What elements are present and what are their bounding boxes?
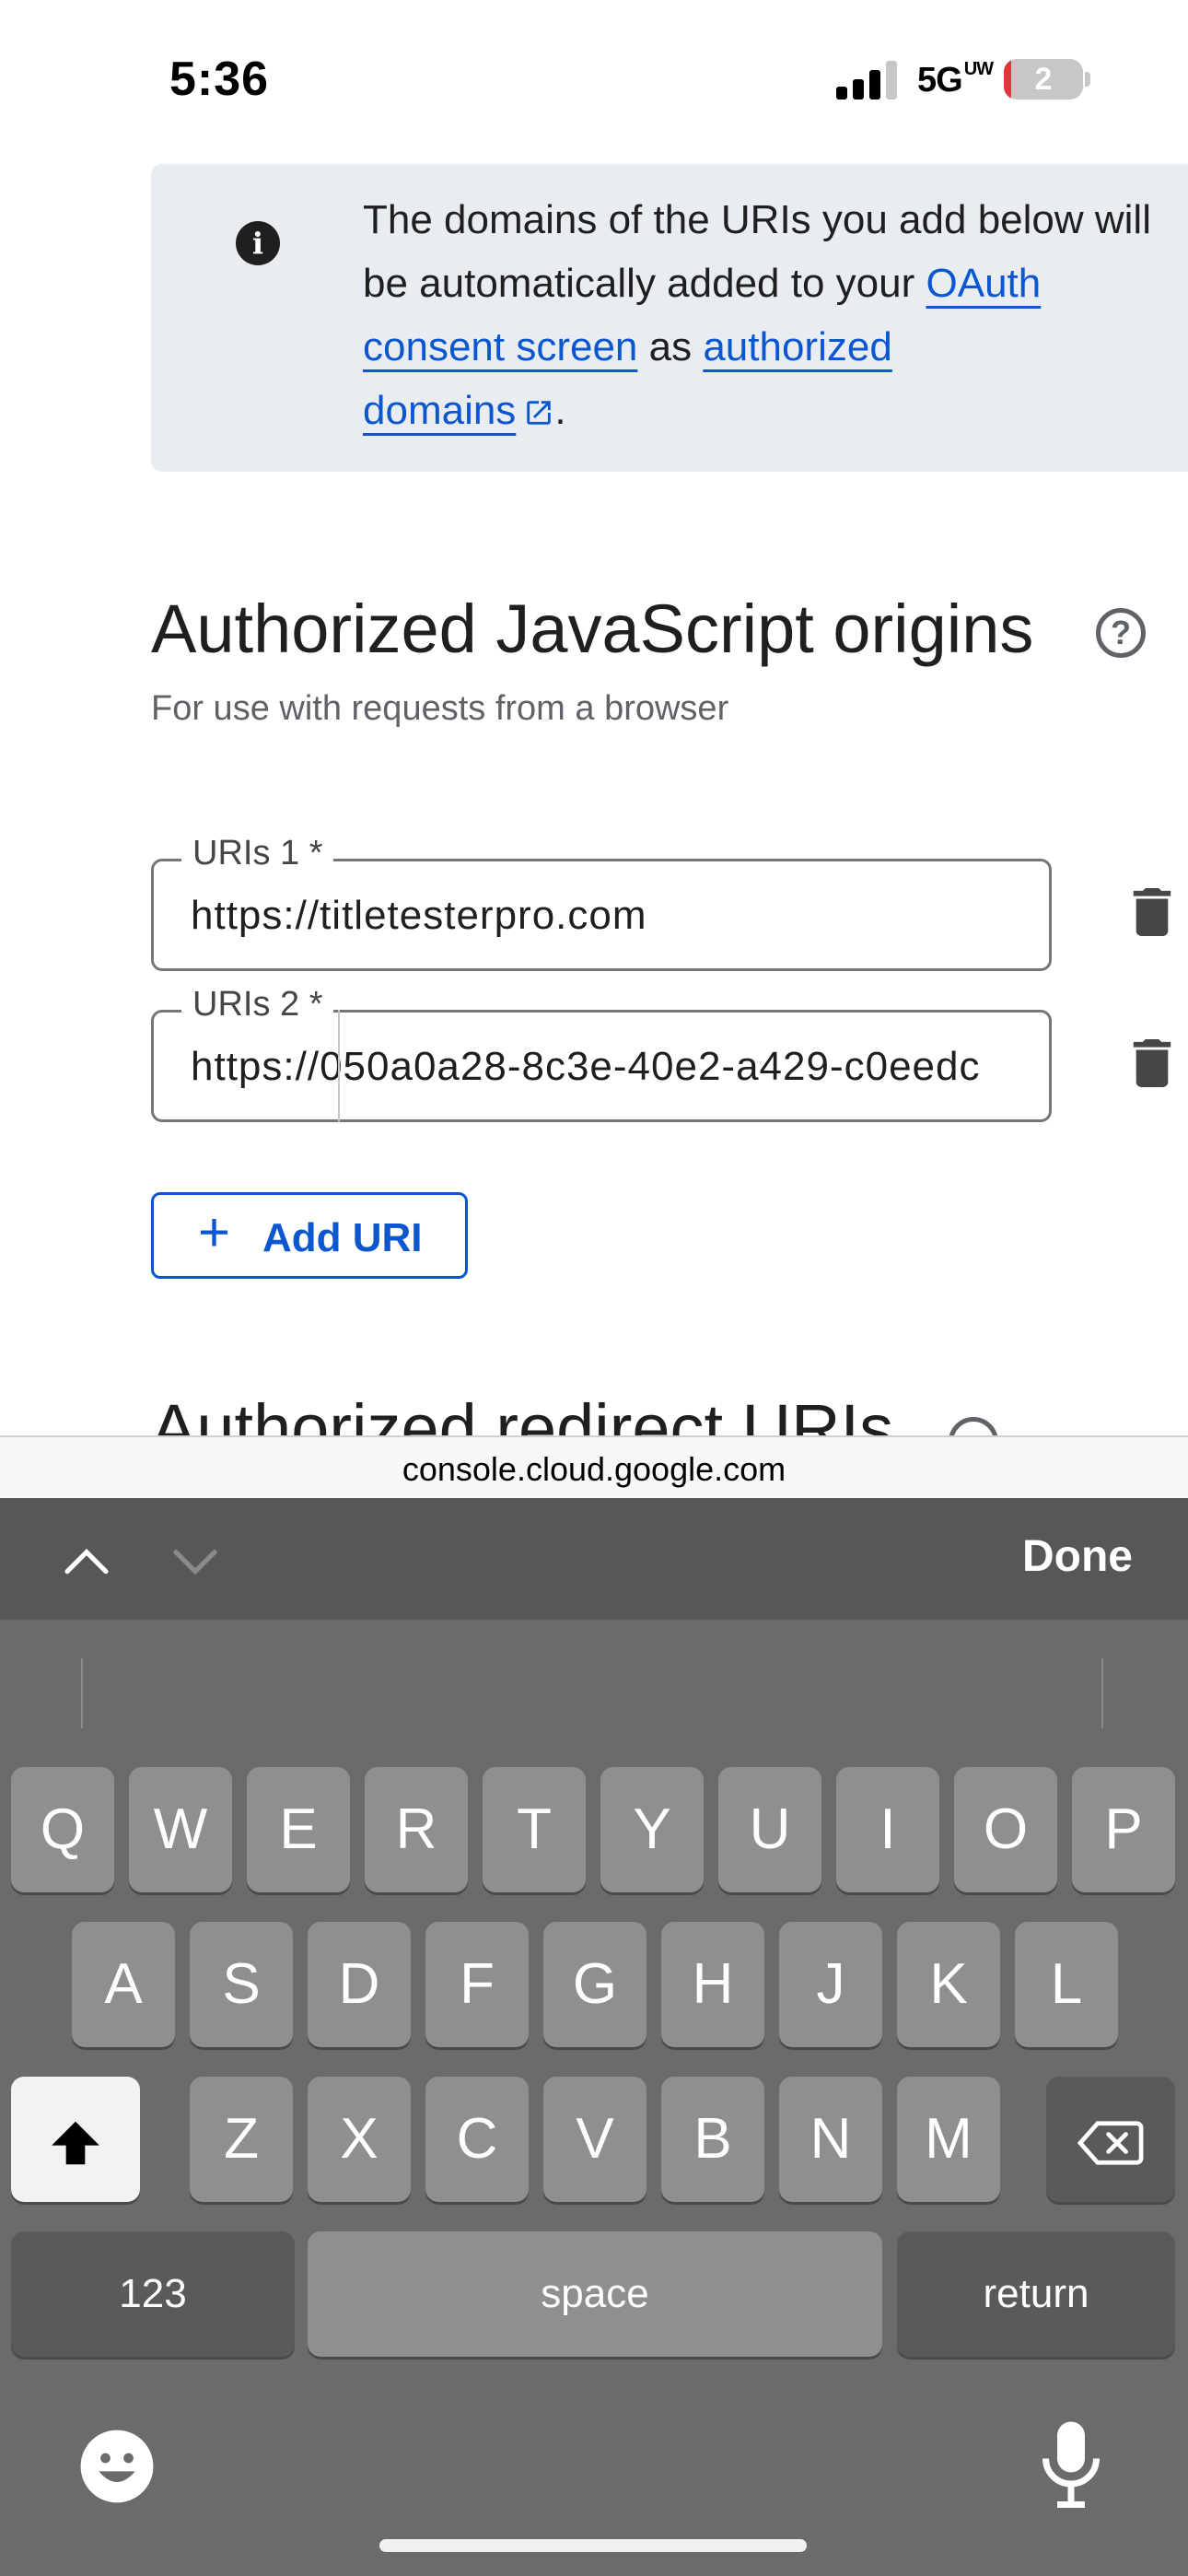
delete-key[interactable] (1046, 2077, 1175, 2202)
key-a[interactable]: A (72, 1922, 175, 2047)
uri-2-input[interactable]: https://050a0a28-8c3e-40e2-a429-c0eedc (191, 1044, 1019, 1090)
chevron-up-icon[interactable] (61, 1535, 112, 1587)
space-key[interactable]: space (308, 2231, 882, 2357)
uri-1-field[interactable]: URIs 1 * https://titletesterpro.com (151, 834, 1052, 971)
network-type: 5G UW (917, 59, 994, 100)
key-m[interactable]: M (897, 2077, 1000, 2202)
battery-level: 2 (1034, 62, 1053, 97)
key-h[interactable]: H (661, 1922, 764, 2047)
delete-uri-1-trash-icon[interactable] (1133, 888, 1171, 936)
url-domain: console.cloud.google.com (402, 1450, 786, 1488)
cellular-signal-icon (836, 61, 897, 100)
key-f[interactable]: F (425, 1922, 529, 2047)
status-bar: 5:36 5G UW 2 (0, 0, 1188, 157)
section-subtitle: For use with requests from a browser (151, 689, 729, 728)
key-v[interactable]: V (543, 2077, 646, 2202)
home-indicator[interactable] (379, 2539, 807, 2552)
key-i[interactable]: I (836, 1767, 939, 1892)
uri-2-label: URIs 2 * (181, 985, 334, 1025)
emoji-icon[interactable] (77, 2427, 157, 2506)
suggestion-divider (1101, 1658, 1103, 1728)
status-time: 5:36 (169, 53, 270, 106)
key-n[interactable]: N (779, 2077, 882, 2202)
url-bar[interactable]: console.cloud.google.com (0, 1435, 1188, 1498)
key-w[interactable]: W (129, 1767, 232, 1892)
network-sub: UW (963, 59, 994, 79)
keyboard-toolbar: Done (0, 1498, 1188, 1620)
plus-icon: + (198, 1201, 231, 1263)
key-x[interactable]: X (308, 2077, 411, 2202)
return-key[interactable]: return (897, 2231, 1175, 2357)
key-l[interactable]: L (1015, 1922, 1118, 2047)
delete-uri-2-trash-icon[interactable] (1133, 1039, 1171, 1087)
key-t[interactable]: T (483, 1767, 586, 1892)
text-cursor (338, 1010, 340, 1122)
key-r[interactable]: R (365, 1767, 468, 1892)
numbers-key[interactable]: 123 (11, 2231, 295, 2357)
key-y[interactable]: Y (600, 1767, 704, 1892)
key-e[interactable]: E (247, 1767, 350, 1892)
key-z[interactable]: Z (190, 2077, 293, 2202)
backspace-icon (1077, 2120, 1144, 2165)
shift-icon (52, 2121, 99, 2164)
info-text: The domains of the URIs you add below wi… (363, 197, 1151, 433)
key-q[interactable]: Q (11, 1767, 114, 1892)
key-d[interactable]: D (308, 1922, 411, 2047)
key-g[interactable]: G (543, 1922, 646, 2047)
chevron-down-icon[interactable] (169, 1535, 221, 1587)
add-uri-button[interactable]: + Add URI (151, 1192, 468, 1279)
section-title: Authorized JavaScript origins (151, 591, 1034, 667)
external-link-icon (527, 401, 552, 426)
key-j[interactable]: J (779, 1922, 882, 2047)
suggestion-divider (81, 1658, 83, 1728)
microphone-icon[interactable] (1039, 2419, 1103, 2512)
info-banner: i The domains of the URIs you add below … (151, 164, 1188, 472)
uri-1-label: URIs 1 * (181, 834, 334, 873)
key-c[interactable]: C (425, 2077, 529, 2202)
help-icon[interactable]: ? (1096, 608, 1146, 658)
key-p[interactable]: P (1072, 1767, 1175, 1892)
uri-1-input[interactable]: https://titletesterpro.com (191, 893, 1019, 939)
keyboard: Q W E R T Y U I O P A S D F G H J K L Z … (0, 1620, 1188, 2576)
shift-key[interactable] (11, 2077, 140, 2202)
info-icon: i (236, 221, 280, 265)
uri-2-field[interactable]: URIs 2 * https://050a0a28-8c3e-40e2-a429… (151, 985, 1052, 1122)
key-o[interactable]: O (954, 1767, 1057, 1892)
key-b[interactable]: B (661, 2077, 764, 2202)
done-button[interactable]: Done (1022, 1531, 1133, 1582)
add-uri-label: Add URI (262, 1215, 423, 1260)
battery-icon: 2 (1004, 59, 1083, 100)
key-k[interactable]: K (897, 1922, 1000, 2047)
key-u[interactable]: U (718, 1767, 821, 1892)
battery-tip (1085, 72, 1090, 87)
key-s[interactable]: S (190, 1922, 293, 2047)
